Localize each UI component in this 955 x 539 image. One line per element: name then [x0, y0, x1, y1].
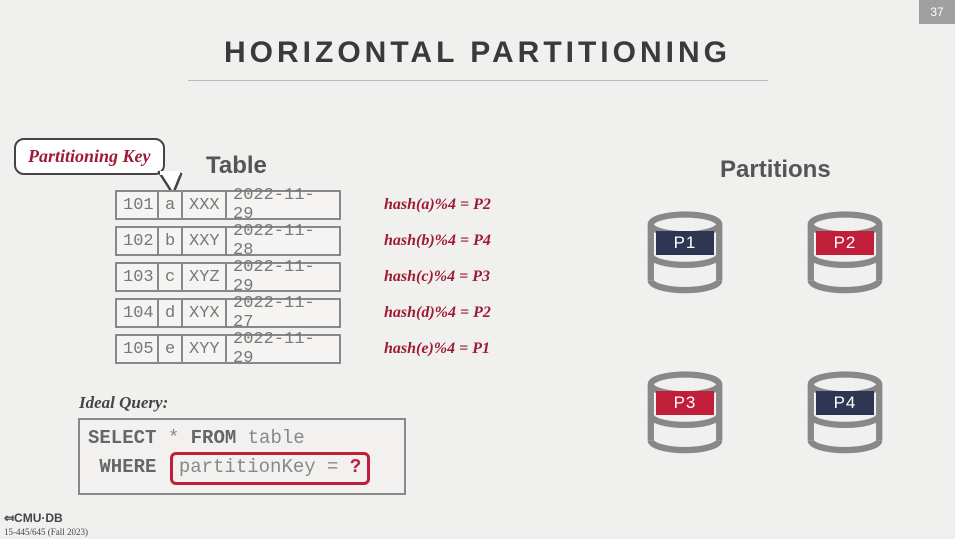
cell-val: XYX [183, 300, 227, 326]
hash-annotation: hash(d)%4 = P2 [384, 304, 491, 322]
cell-date: 2022-11-28 [227, 228, 339, 254]
cell-id: 105 [117, 336, 159, 362]
predicate-placeholder: ? [350, 456, 361, 478]
db-icon-p2 [800, 210, 890, 300]
cell-id: 101 [117, 192, 159, 218]
cell-val: XXY [183, 228, 227, 254]
cell-key: c [159, 264, 183, 290]
cell-key: b [159, 228, 183, 254]
ideal-query-label: Ideal Query: [79, 393, 168, 413]
partition-label-p3: P3 [656, 391, 714, 415]
cell-id: 102 [117, 228, 159, 254]
cell-date: 2022-11-29 [227, 192, 339, 218]
db-icon-p4 [800, 370, 890, 460]
query-box: SELECT * FROM table WHERE partitionKey =… [78, 418, 406, 495]
cell-key: e [159, 336, 183, 362]
partitioning-key-callout: Partitioning Key [14, 138, 165, 175]
cell-key: a [159, 192, 183, 218]
table-heading: Table [206, 152, 267, 180]
predicate-text: partitionKey = [179, 456, 339, 478]
hash-annotation: hash(c)%4 = P3 [384, 268, 490, 286]
title-underline [188, 80, 768, 82]
cell-val: XYY [183, 336, 227, 362]
cell-id: 104 [117, 300, 159, 326]
table-row: 102 b XXY 2022-11-28 [115, 226, 341, 256]
cell-date: 2022-11-29 [227, 336, 339, 362]
kw-from: FROM [191, 427, 237, 449]
query-table: table [248, 427, 305, 449]
table-row: 103 c XYZ 2022-11-29 [115, 262, 341, 292]
partition-label-p1: P1 [656, 231, 714, 255]
footer-logo: ⤆CMU·DB [4, 511, 63, 525]
query-star: * [168, 427, 179, 449]
kw-where: WHERE [99, 456, 156, 478]
table-row: 104 d XYX 2022-11-27 [115, 298, 341, 328]
cell-key: d [159, 300, 183, 326]
kw-select: SELECT [88, 427, 156, 449]
hash-annotation: hash(b)%4 = P4 [384, 232, 491, 250]
db-icon-p3 [640, 370, 730, 460]
slide-title: HORIZONTAL PARTITIONING [0, 36, 955, 70]
hash-annotation: hash(a)%4 = P2 [384, 196, 491, 214]
cell-val: XXX [183, 192, 227, 218]
db-icon-p1 [640, 210, 730, 300]
cell-id: 103 [117, 264, 159, 290]
footer-course: 15-445/645 (Fall 2023) [4, 527, 88, 537]
partitions-heading: Partitions [720, 156, 831, 184]
cell-date: 2022-11-27 [227, 300, 339, 326]
cell-date: 2022-11-29 [227, 264, 339, 290]
page-number: 37 [919, 0, 955, 24]
slide: 37 HORIZONTAL PARTITIONING Partitioning … [0, 0, 955, 539]
cell-val: XYZ [183, 264, 227, 290]
table-row: 101 a XXX 2022-11-29 [115, 190, 341, 220]
table-row: 105 e XYY 2022-11-29 [115, 334, 341, 364]
predicate-highlight: partitionKey = ? [170, 452, 370, 486]
partition-label-p4: P4 [816, 391, 874, 415]
data-table: 101 a XXX 2022-11-29 102 b XXY 2022-11-2… [115, 190, 341, 370]
hash-annotation: hash(e)%4 = P1 [384, 340, 490, 358]
partition-label-p2: P2 [816, 231, 874, 255]
